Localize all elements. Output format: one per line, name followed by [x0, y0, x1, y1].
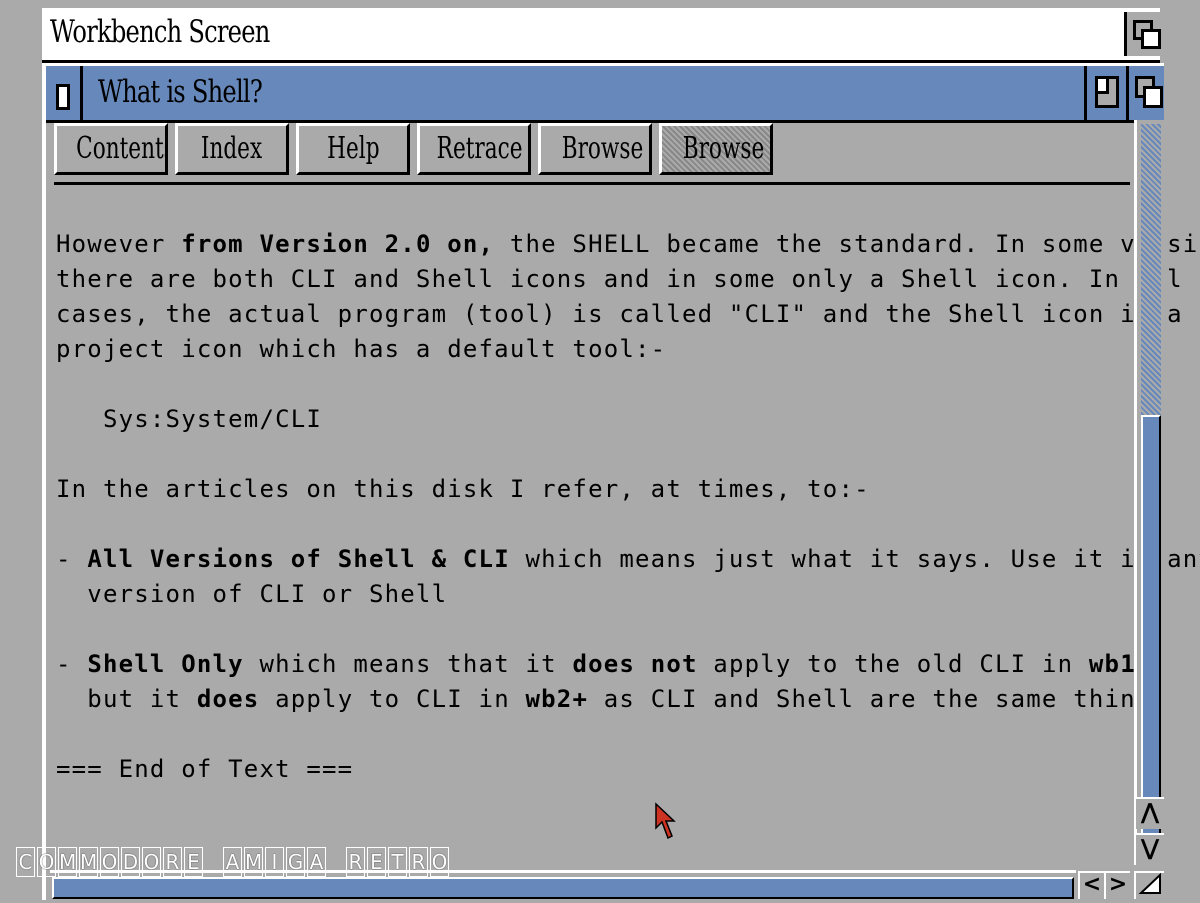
- text-segment: cases, the actual program (tool) is call…: [56, 300, 1183, 328]
- text-line: but it does apply to CLI in wb2+ as CLI …: [56, 682, 1166, 717]
- text-segment: there are both CLI and Shell icons and i…: [56, 265, 1183, 293]
- browse-forward-button[interactable]: Browse >: [659, 123, 773, 175]
- window-title-bar[interactable]: What is Shell?: [46, 63, 1164, 123]
- text-line: there are both CLI and Shell icons and i…: [56, 262, 1182, 297]
- watermark: COMMODOREAMIGARETRO: [16, 847, 451, 877]
- text-line: - All Versions of Shell & CLI which mean…: [56, 542, 1200, 577]
- hscroll-knob[interactable]: [52, 877, 1074, 899]
- watermark-letter: E: [184, 847, 203, 877]
- text-line: - Shell Only which means that it does no…: [56, 647, 1166, 682]
- watermark-letter: O: [430, 847, 449, 877]
- text-segment: === End of Text ===: [56, 755, 354, 783]
- bold-text: from Version 2.0 on,: [181, 230, 495, 258]
- watermark-word: RETRO: [346, 847, 451, 877]
- close-icon[interactable]: [46, 66, 83, 120]
- watermark-letter: G: [286, 847, 305, 877]
- watermark-letter: M: [79, 847, 98, 877]
- document-text: However from Version 2.0 on, the SHELL b…: [56, 227, 1200, 787]
- text-segment: apply to CLI in: [259, 685, 526, 713]
- watermark-letter: R: [346, 847, 365, 877]
- watermark-letter: R: [163, 847, 182, 877]
- watermark-letter: C: [16, 847, 35, 877]
- text-segment: version of CLI or Shell: [56, 580, 448, 608]
- watermark-letter: O: [142, 847, 161, 877]
- text-line: version of CLI or Shell: [56, 577, 1126, 612]
- navigation-toolbar: Contents Index Help Retrace Browse < Bro…: [54, 123, 1134, 181]
- watermark-letter: M: [244, 847, 263, 877]
- contents-button[interactable]: Contents: [54, 123, 168, 175]
- bold-text: All Versions of Shell & CLI: [87, 545, 510, 573]
- text-line: In the articles on this disk I refer, at…: [56, 472, 1126, 507]
- watermark-letter: A: [307, 847, 326, 877]
- watermark-letter: R: [409, 847, 428, 877]
- text-line: However from Version 2.0 on, the SHELL b…: [56, 227, 1200, 262]
- mouse-pointer-icon: [655, 802, 676, 840]
- text-segment: the SHELL became the standard. In some v…: [494, 230, 1200, 258]
- text-line: [56, 717, 1126, 752]
- retrace-button[interactable]: Retrace: [417, 123, 531, 175]
- text-line: [56, 507, 1126, 542]
- text-segment: as CLI and Shell are the same thing.: [588, 685, 1168, 713]
- help-button[interactable]: Help: [296, 123, 410, 175]
- text-line: cases, the actual program (tool) is call…: [56, 297, 1182, 332]
- text-line: Sys:System/CLI: [56, 402, 1126, 437]
- text-segment: apply to the old CLI in: [697, 650, 1089, 678]
- window-title: What is Shell?: [98, 74, 263, 110]
- screen-depth-icon[interactable]: [1124, 12, 1163, 56]
- scroll-right-icon[interactable]: >: [1104, 871, 1130, 899]
- text-segment: Sys:System/CLI: [56, 405, 323, 433]
- text-line: project icon which has a default tool:-: [56, 332, 1126, 367]
- vertical-scrollbar[interactable]: [1134, 120, 1167, 853]
- scroll-down-icon[interactable]: ⋁: [1134, 833, 1164, 865]
- screen-title: Workbench Screen: [50, 14, 270, 50]
- watermark-word: AMIGA: [223, 847, 328, 877]
- watermark-letter: O: [100, 847, 119, 877]
- watermark-letter: D: [121, 847, 140, 877]
- watermark-letter: O: [37, 847, 56, 877]
- text-line: [56, 612, 1126, 647]
- resize-icon[interactable]: [1134, 871, 1164, 899]
- watermark-letter: T: [388, 847, 407, 877]
- text-segment: -: [56, 545, 88, 573]
- bold-text: does: [196, 685, 260, 713]
- text-line: === End of Text ===: [56, 752, 1126, 787]
- watermark-word: COMMODORE: [16, 847, 205, 877]
- bold-text: Shell Only: [87, 650, 244, 678]
- watermark-letter: A: [223, 847, 242, 877]
- text-segment: In the articles on this disk I refer, at…: [56, 475, 870, 503]
- watermark-letter: M: [58, 847, 77, 877]
- text-segment: which means just what it says. Use it in…: [509, 545, 1200, 573]
- text-segment: project icon which has a default tool:-: [56, 335, 667, 363]
- help-window: What is Shell? Contents Index Help Retra…: [42, 63, 1200, 901]
- toolbar-divider: [54, 182, 1130, 185]
- text-segment: However: [56, 230, 182, 258]
- watermark-letter: I: [265, 847, 284, 877]
- text-segment: but it: [56, 685, 197, 713]
- window-depth-icon[interactable]: [1126, 66, 1167, 120]
- zoom-icon[interactable]: [1084, 66, 1127, 120]
- scroll-up-icon[interactable]: ⋀: [1134, 797, 1164, 829]
- watermark-letter: E: [367, 847, 386, 877]
- bold-text: wb2+: [525, 685, 589, 713]
- text-segment: -: [56, 650, 88, 678]
- screen-title-bar: Workbench Screen: [42, 8, 1163, 63]
- bold-text: does not: [572, 650, 698, 678]
- text-segment: which means that it: [243, 650, 573, 678]
- scroll-left-icon[interactable]: <: [1078, 871, 1104, 899]
- text-line: [56, 437, 1126, 472]
- scroll-knob[interactable]: [1141, 415, 1161, 849]
- browse-back-button[interactable]: Browse <: [538, 123, 652, 175]
- index-button[interactable]: Index: [175, 123, 289, 175]
- text-line: [56, 367, 1126, 402]
